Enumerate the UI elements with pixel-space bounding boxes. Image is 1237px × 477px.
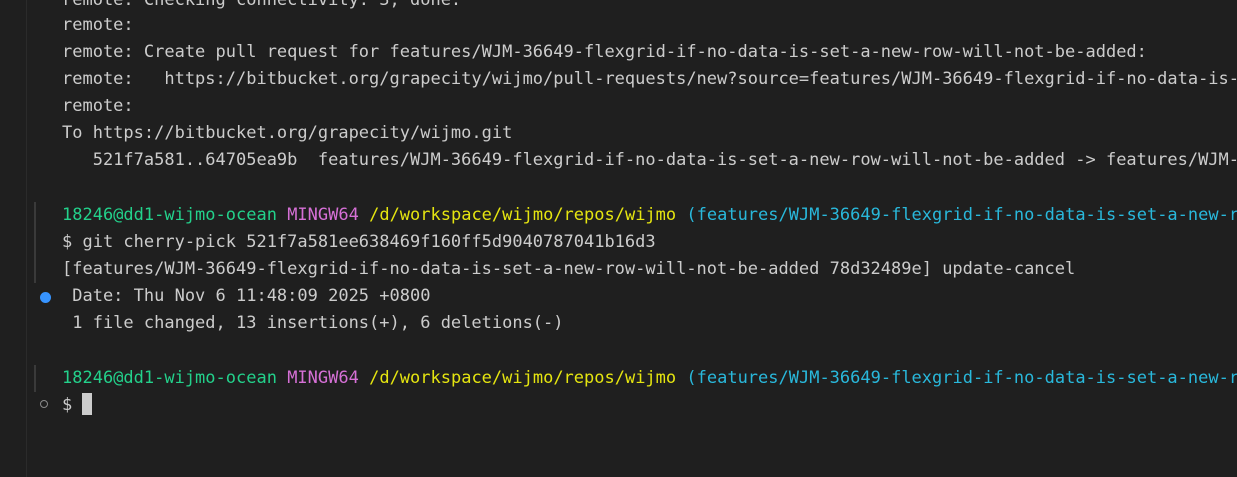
output-line: Date: Thu Nov 6 11:48:09 2025 +0800	[62, 286, 431, 306]
prompt-env: MINGW64	[287, 205, 359, 225]
command-success-decoration-icon[interactable]	[40, 292, 51, 303]
command-gutter-bar	[34, 365, 36, 392]
output-line: remote:	[62, 96, 134, 116]
prompt-env: MINGW64	[287, 368, 359, 388]
gutter-divider	[26, 0, 27, 477]
prompt-user-host: 18246@dd1-wijmo-ocean	[62, 368, 277, 388]
prompt-line: 18246@dd1-wijmo-ocean MINGW64 /d/workspa…	[62, 202, 1237, 229]
terminal-panel[interactable]: remote: Checking connectivity: 3, done. …	[0, 0, 1237, 477]
command-gutter-bar	[34, 202, 36, 229]
prompt-line: 18246@dd1-wijmo-ocean MINGW64 /d/workspa…	[62, 365, 1237, 392]
command-line: $ git cherry-pick 521f7a581ee638469f160f…	[62, 232, 656, 252]
input-prompt: $	[62, 395, 83, 415]
command-pending-decoration-icon[interactable]	[40, 400, 48, 408]
output-line: remote:	[62, 15, 134, 35]
prompt-path: /d/workspace/wijmo/repos/wijmo	[369, 205, 677, 225]
output-line: remote: Create pull request for features…	[62, 42, 1147, 62]
command-gutter-bar	[34, 229, 36, 256]
output-line: 1 file changed, 13 insertions(+), 6 dele…	[62, 313, 564, 333]
input-line[interactable]: $	[62, 392, 93, 419]
prompt-user-host: 18246@dd1-wijmo-ocean	[62, 205, 277, 225]
command-gutter-bar	[34, 256, 36, 283]
output-line: 521f7a581..64705ea9b features/WJM-36649-…	[92, 150, 1237, 170]
output-line: To https://bitbucket.org/grapecity/wijmo…	[62, 123, 513, 143]
output-line: [features/WJM-36649-flexgrid-if-no-data-…	[62, 259, 1076, 279]
text-cursor	[82, 393, 93, 415]
prompt-path: /d/workspace/wijmo/repos/wijmo	[369, 368, 677, 388]
output-line: remote: https://bitbucket.org/grapecity/…	[62, 69, 1237, 89]
prompt-branch: (features/WJM-36649-flexgrid-if-no-data-…	[686, 205, 1237, 225]
prompt-branch: (features/WJM-36649-flexgrid-if-no-data-…	[686, 368, 1237, 388]
